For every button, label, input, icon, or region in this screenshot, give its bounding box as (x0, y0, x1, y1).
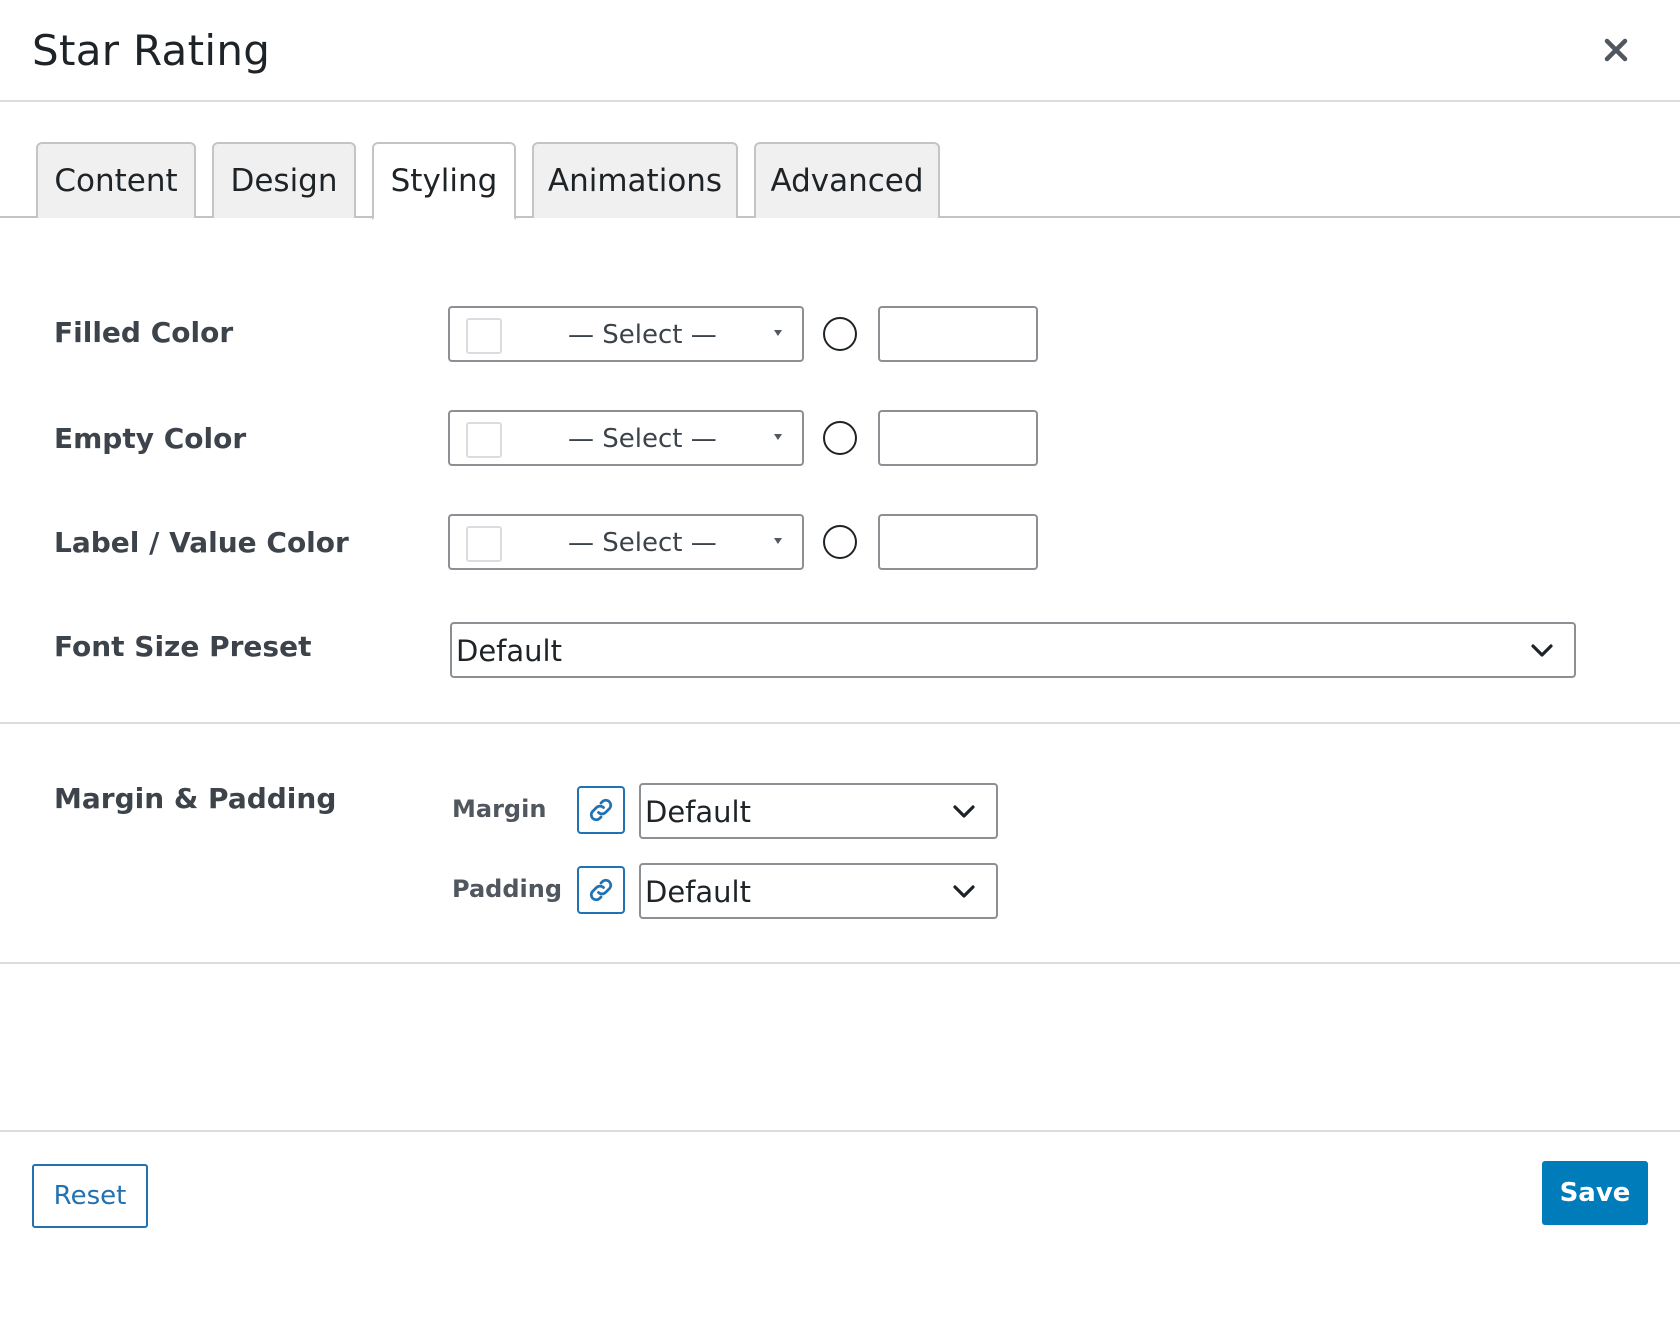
padding-label: Padding (452, 875, 562, 903)
select-placeholder: — Select — (568, 528, 717, 558)
caret-down-icon (774, 330, 782, 336)
caret-down-icon (774, 434, 782, 440)
margin-select[interactable]: Default (639, 783, 998, 839)
close-button[interactable] (1596, 30, 1636, 70)
margin-label: Margin (452, 795, 547, 823)
section-divider (0, 722, 1680, 724)
chevron-down-icon (953, 885, 975, 898)
reset-button[interactable]: Reset (32, 1164, 148, 1228)
color-swatch (466, 526, 502, 562)
empty-color-radio[interactable] (823, 421, 857, 455)
select-placeholder: — Select — (568, 320, 717, 350)
padding-link-button[interactable] (577, 866, 625, 914)
save-button[interactable]: Save (1542, 1161, 1648, 1225)
font-size-preset-label: Font Size Preset (54, 630, 312, 663)
tab-bar: Content Design Styling Animations Advanc… (0, 142, 1680, 220)
empty-color-label: Empty Color (54, 422, 247, 455)
link-icon (589, 798, 613, 822)
caret-down-icon (774, 538, 782, 544)
font-size-preset-select[interactable]: Default (450, 622, 1576, 678)
filled-color-radio[interactable] (823, 317, 857, 351)
color-swatch (466, 422, 502, 458)
chevron-down-icon (1531, 644, 1553, 657)
tab-content[interactable]: Content (36, 142, 196, 218)
dialog-title: Star Rating (32, 26, 271, 75)
empty-color-select[interactable]: — Select — (448, 410, 804, 466)
star-rating-dialog: Star Rating Content Design Styling Anima… (0, 0, 1680, 1320)
filled-color-select[interactable]: — Select — (448, 306, 804, 362)
link-icon (589, 878, 613, 902)
select-value: Default (456, 634, 562, 668)
chevron-down-icon (953, 805, 975, 818)
empty-color-input[interactable] (878, 410, 1038, 466)
label-value-color-input[interactable] (878, 514, 1038, 570)
tab-animations[interactable]: Animations (532, 142, 738, 218)
select-value: Default (645, 875, 751, 909)
dialog-header: Star Rating (0, 0, 1680, 102)
filled-color-input[interactable] (878, 306, 1038, 362)
margin-link-button[interactable] (577, 786, 625, 834)
tab-design[interactable]: Design (212, 142, 356, 218)
padding-select[interactable]: Default (639, 863, 998, 919)
label-value-color-select[interactable]: — Select — (448, 514, 804, 570)
label-value-color-label: Label / Value Color (54, 526, 349, 559)
select-placeholder: — Select — (568, 424, 717, 454)
select-value: Default (645, 795, 751, 829)
color-swatch (466, 318, 502, 354)
footer-divider (0, 1130, 1680, 1132)
label-value-color-radio[interactable] (823, 525, 857, 559)
close-icon (1604, 38, 1628, 62)
filled-color-label: Filled Color (54, 316, 234, 349)
section-divider (0, 962, 1680, 964)
tab-styling[interactable]: Styling (372, 142, 516, 220)
tab-advanced[interactable]: Advanced (754, 142, 940, 218)
margin-padding-label: Margin & Padding (54, 782, 337, 815)
